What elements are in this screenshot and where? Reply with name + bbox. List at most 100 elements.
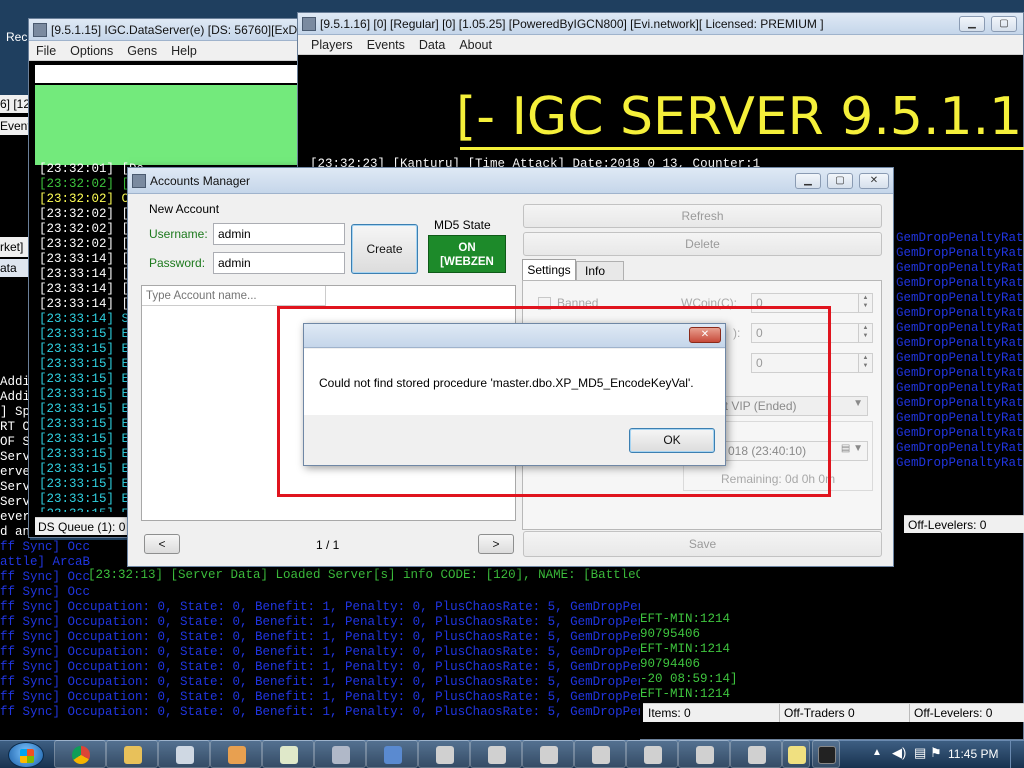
create-button[interactable]: Create bbox=[351, 224, 418, 274]
accounts-titlebar[interactable]: Accounts Manager ▁ ▢ ✕ bbox=[128, 168, 893, 194]
taskbar-app-icon[interactable] bbox=[470, 740, 522, 768]
gameserver-right-log: GemDropPenaltyRat GemDropPenaltyRat GemDro… bbox=[896, 231, 1024, 471]
log-line: RT O bbox=[0, 420, 30, 434]
server-icon bbox=[436, 746, 454, 764]
network-tray-icon[interactable]: ▤ bbox=[914, 745, 926, 761]
taskbar-app-icon[interactable] bbox=[812, 740, 840, 768]
taskbar-app-icon[interactable] bbox=[782, 740, 810, 768]
folder-icon bbox=[124, 746, 142, 764]
menu-about[interactable]: About bbox=[452, 38, 499, 52]
log-line: GemDropPenaltyRat bbox=[896, 396, 1024, 410]
menu-file[interactable]: File bbox=[29, 44, 63, 58]
taskbar-app-icon[interactable] bbox=[522, 740, 574, 768]
calendar-icon[interactable]: ▤ ▼ bbox=[841, 443, 863, 454]
refresh-button[interactable]: Refresh bbox=[523, 204, 882, 228]
gameserver-statusbar-top: Off-Levelers: 0 bbox=[904, 515, 1024, 533]
offlevelers-status: Off-Levelers: 0 bbox=[909, 704, 992, 722]
tab-info[interactable]: Info bbox=[576, 261, 624, 281]
app-icon bbox=[33, 23, 47, 37]
log-line: Addi bbox=[0, 390, 30, 404]
log-line: OF S bbox=[0, 435, 30, 449]
taskbar-app-icon[interactable] bbox=[366, 740, 418, 768]
maximize-button[interactable]: ▢ bbox=[991, 16, 1017, 32]
accounts-title: Accounts Manager bbox=[150, 174, 251, 188]
log-line: GemDropPenaltyRat bbox=[896, 381, 1024, 395]
tools-icon bbox=[332, 746, 350, 764]
paint-icon bbox=[228, 746, 246, 764]
chevron-down-icon: ▼ bbox=[853, 398, 863, 409]
username-field[interactable] bbox=[213, 223, 345, 245]
left-event-fragment: Event bbox=[0, 117, 30, 135]
error-dialog: ✕ Could not find stored procedure 'maste… bbox=[303, 323, 726, 466]
bottom-console: ff Sync] Occu attle] ArcaBa ff Sync] Occ ff… bbox=[0, 540, 640, 740]
minimize-button[interactable]: ▁ bbox=[795, 173, 821, 189]
gameserver-titlebar[interactable]: [9.5.1.16] [0] [Regular] [0] [1.05.25] [… bbox=[298, 13, 1023, 35]
log-line: ff Sync] Occupation: 0, State: 0, Benefi… bbox=[0, 705, 640, 719]
error-dialog-titlebar[interactable]: ✕ bbox=[304, 324, 725, 348]
dataserver-titlebar[interactable]: [9.5.1.15] IGC.DataServer(e) [DS: 56760]… bbox=[29, 19, 302, 41]
log-line: EFT-MIN:1214 bbox=[640, 642, 731, 656]
taskbar-chrome-icon[interactable] bbox=[54, 740, 106, 768]
taskbar-app-icon[interactable] bbox=[626, 740, 678, 768]
menu-events[interactable]: Events bbox=[360, 38, 412, 52]
tab-settings[interactable]: Settings bbox=[522, 259, 576, 281]
server-icon bbox=[644, 746, 662, 764]
account-search-input-overlay[interactable] bbox=[142, 286, 326, 306]
log-line: ff Sync] Occupation: 0, State: 0, Benefi… bbox=[0, 645, 640, 659]
menu-help[interactable]: Help bbox=[164, 44, 204, 58]
taskbar-app-icon[interactable] bbox=[314, 740, 366, 768]
taskbar-app-icon[interactable] bbox=[418, 740, 470, 768]
volume-icon[interactable]: ◀) bbox=[892, 745, 906, 761]
log-line: erver bbox=[0, 465, 30, 479]
log-line: ff Sync] Occupation: 0, State: 0, Benefi… bbox=[0, 630, 640, 644]
flag-icon[interactable]: ⚑ bbox=[930, 745, 942, 761]
password-field[interactable] bbox=[213, 252, 345, 274]
log-line: ff Sync] Occupation: 0, State: 0, Benefi… bbox=[0, 615, 640, 629]
clock[interactable]: 11:45 PM bbox=[948, 747, 998, 761]
taskbar-app-icon[interactable] bbox=[730, 740, 782, 768]
md5-state-on: ON bbox=[458, 242, 476, 254]
username-label: Username: bbox=[149, 227, 208, 241]
taskbar-app-icon[interactable] bbox=[262, 740, 314, 768]
wcoin-spinner-icon[interactable]: ▲ ▼ bbox=[858, 294, 872, 312]
taskbar-app-icon[interactable] bbox=[158, 740, 210, 768]
menu-options[interactable]: Options bbox=[63, 44, 120, 58]
field3-spinner-icon[interactable]: ▲ ▼ bbox=[858, 354, 872, 372]
maximize-button[interactable]: ▢ bbox=[827, 173, 853, 189]
early-sync-log: ff Sync] Occu attle] ArcaBa ff Sync] Occ ff… bbox=[0, 540, 90, 600]
log-line: -20 08:59:14] bbox=[640, 672, 738, 686]
log-line: ff Sync] Occupation: 0, State: 0, Benefi… bbox=[0, 675, 640, 689]
taskbar-explorer-icon[interactable] bbox=[106, 740, 158, 768]
minimize-button[interactable]: ▁ bbox=[959, 16, 985, 32]
dataserver-menubar: File Options Gens Help bbox=[29, 41, 302, 61]
tray-arrow-icon[interactable]: ▲ bbox=[872, 747, 882, 758]
taskbar-app-icon[interactable] bbox=[210, 740, 262, 768]
save-button[interactable]: Save bbox=[523, 531, 882, 557]
log-line: ff Sync] Occupation: 0, State: 0, Benefi… bbox=[0, 600, 640, 614]
error-message: Could not find stored procedure 'master.… bbox=[319, 376, 694, 390]
close-button[interactable]: ✕ bbox=[859, 173, 889, 189]
taskbar-app-icon[interactable] bbox=[574, 740, 626, 768]
field2-spinner-icon[interactable]: ▲ ▼ bbox=[858, 324, 872, 342]
prev-page-button[interactable]: < bbox=[144, 534, 180, 554]
menu-gens[interactable]: Gens bbox=[120, 44, 164, 58]
dataserver-white-bar bbox=[35, 65, 299, 83]
close-button[interactable]: ✕ bbox=[689, 327, 721, 343]
server-icon bbox=[592, 746, 610, 764]
menu-players[interactable]: Players bbox=[304, 38, 360, 52]
left-tab-fragment: 6] [12 bbox=[0, 95, 30, 113]
delete-button[interactable]: Delete bbox=[523, 232, 882, 256]
show-desktop-button[interactable] bbox=[1010, 741, 1024, 768]
desktop-label: Rec bbox=[6, 30, 28, 44]
offlevelers-top: Off-Levelers: 0 bbox=[908, 518, 987, 532]
password-label: Password: bbox=[149, 256, 206, 270]
start-button[interactable] bbox=[8, 742, 44, 768]
ok-button[interactable]: OK bbox=[629, 428, 715, 453]
next-page-button[interactable]: > bbox=[478, 534, 514, 554]
left-data-fragment: ata bbox=[0, 259, 30, 277]
log-line: Addi bbox=[0, 375, 30, 389]
md5-state-indicator: ON [WEBZEN bbox=[428, 235, 506, 273]
taskbar-app-icon[interactable] bbox=[678, 740, 730, 768]
log-line: GemDropPenaltyRat bbox=[896, 426, 1024, 440]
menu-data[interactable]: Data bbox=[412, 38, 452, 52]
